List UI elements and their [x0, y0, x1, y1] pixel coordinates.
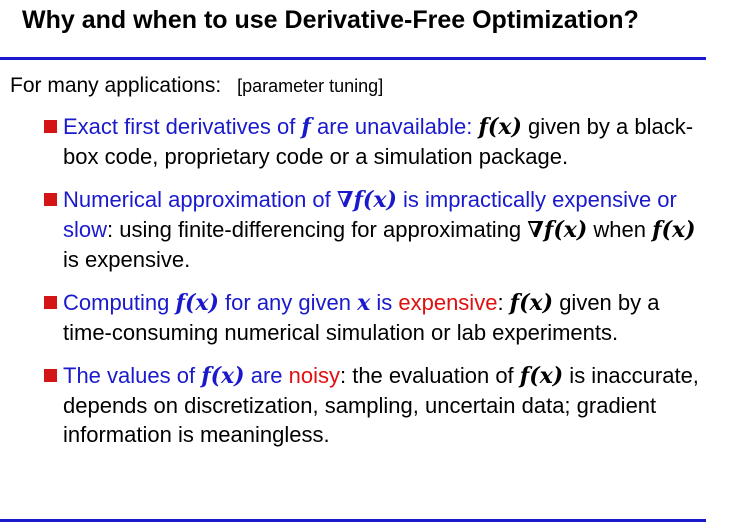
square-bullet-icon: [44, 193, 57, 206]
bullet-text: Numerical approximation of ∇f(x) is impr…: [63, 187, 696, 272]
slide-title: Why and when to use Derivative-Free Opti…: [22, 6, 639, 34]
bullet-text: The values of f(x) are noisy: the evalua…: [63, 363, 699, 447]
intro-tag: [parameter tuning]: [237, 76, 384, 96]
text-run: noisy: [288, 363, 340, 388]
math-expression: f: [301, 114, 311, 140]
bullet-item: Computing f(x) for any given x is expens…: [44, 288, 704, 347]
text-run: : using finite-differencing for approxim…: [107, 217, 528, 242]
math-expression: f(x): [478, 114, 522, 140]
bullet-item: The values of f(x) are noisy: the evalua…: [44, 361, 704, 449]
text-run: is: [370, 290, 399, 315]
bullet-list: Exact first derivatives of f are unavail…: [44, 112, 704, 449]
math-expression: f(x): [201, 363, 245, 389]
square-bullet-icon: [44, 369, 57, 382]
intro-text: For many applications:: [10, 74, 222, 97]
text-run: :: [497, 290, 510, 315]
math-expression: ∇f(x): [527, 217, 588, 243]
title-rule: [0, 57, 706, 60]
text-run: expensive: [398, 290, 498, 315]
text-run: for any given: [218, 290, 358, 315]
square-bullet-icon: [44, 296, 57, 309]
text-run: Numerical approximation of: [63, 187, 337, 212]
text-run: : the evaluation of: [339, 363, 520, 388]
text-run: Exact first derivatives of: [63, 114, 302, 139]
math-expression: f(x): [175, 290, 219, 316]
math-expression: f(x): [652, 217, 696, 243]
bullet-text: Computing f(x) for any given x is expens…: [63, 290, 659, 345]
text-run: when: [587, 217, 653, 242]
math-expression: ∇f(x): [336, 187, 397, 213]
bullet-item: Numerical approximation of ∇f(x) is impr…: [44, 185, 704, 274]
text-run: is expensive.: [63, 247, 191, 272]
footer-rule: [0, 519, 706, 522]
text-run: are unavailable:: [310, 114, 479, 139]
text-run: Computing: [63, 290, 176, 315]
square-bullet-icon: [44, 120, 57, 133]
math-expression: f(x): [519, 363, 564, 389]
text-run: are: [244, 363, 289, 388]
bullet-item: Exact first derivatives of f are unavail…: [44, 112, 704, 171]
math-expression: x: [357, 290, 371, 316]
text-run: The values of: [63, 363, 202, 388]
intro-line: For many applications: [parameter tuning…: [10, 74, 383, 98]
math-expression: f(x): [509, 290, 554, 316]
bullet-text: Exact first derivatives of f are unavail…: [63, 114, 693, 169]
